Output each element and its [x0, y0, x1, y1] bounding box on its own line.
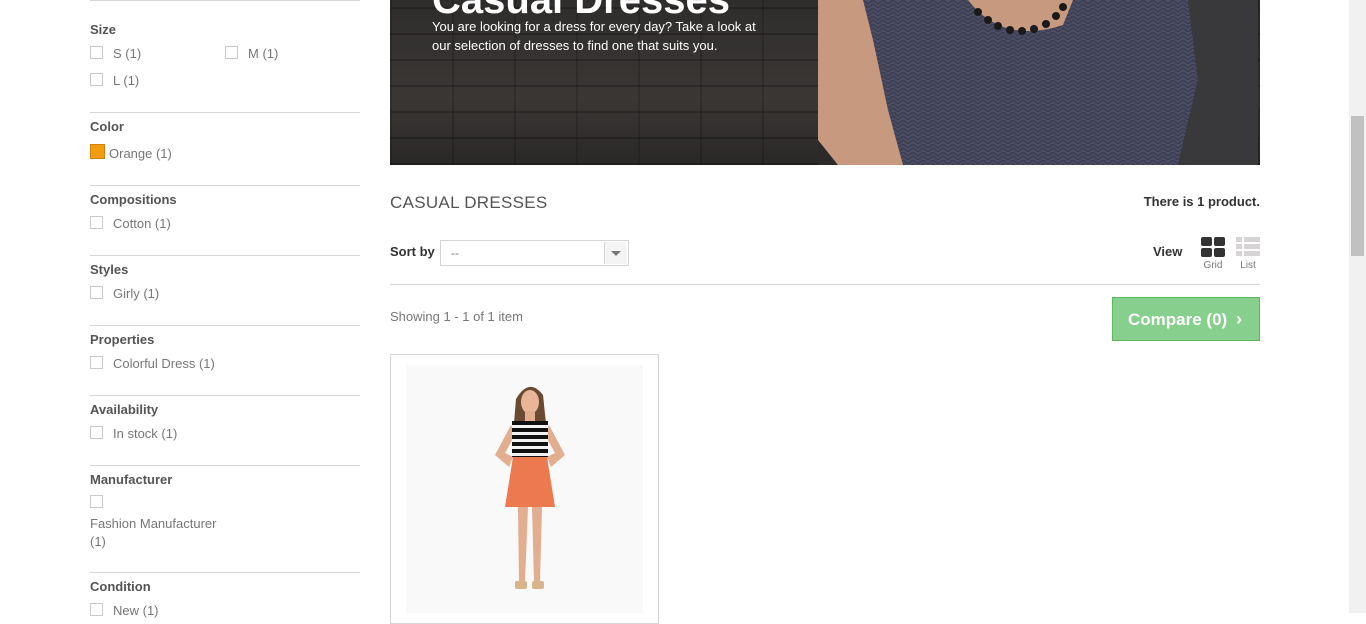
checkbox[interactable]	[225, 46, 238, 59]
checkbox[interactable]	[90, 216, 103, 229]
sort-select-value: --	[451, 246, 459, 260]
checkbox[interactable]	[90, 356, 103, 369]
sort-by-label: Sort by	[390, 244, 435, 259]
filter-title: Manufacturer	[90, 472, 173, 487]
filter-option-count: (1)	[90, 534, 106, 549]
scrollbar-thumb[interactable]	[1351, 116, 1364, 256]
sort-select[interactable]: --	[440, 240, 629, 266]
divider	[90, 395, 360, 396]
filter-title: Availability	[90, 402, 159, 417]
banner-model-image	[818, 0, 1258, 165]
divider	[90, 465, 360, 466]
compare-button[interactable]: Compare (0) ›	[1112, 297, 1260, 341]
view-grid-button[interactable]: Grid	[1200, 237, 1226, 271]
view-label: View	[1153, 244, 1183, 259]
showing-count: Showing 1 - 1 of 1 item	[390, 309, 523, 324]
grid-label: Grid	[1203, 260, 1223, 271]
grid-icon	[1201, 237, 1225, 257]
filter-title: Styles	[90, 262, 129, 277]
filter-title: Condition	[90, 579, 151, 594]
filter-title: Color	[90, 119, 124, 134]
divider	[90, 112, 360, 113]
product-card[interactable]	[390, 354, 659, 624]
checkbox[interactable]	[90, 286, 103, 299]
checkbox[interactable]	[90, 603, 103, 616]
chevron-down-icon[interactable]	[604, 242, 627, 264]
category-title: CASUAL DRESSES	[390, 193, 548, 212]
list-icon	[1236, 237, 1260, 256]
list-label: List	[1240, 260, 1256, 271]
filter-title: Compositions	[90, 192, 177, 207]
divider	[90, 185, 360, 186]
banner-description: You are looking for a dress for every da…	[432, 19, 756, 53]
divider	[90, 255, 360, 256]
checkbox[interactable]	[90, 426, 103, 439]
divider	[390, 284, 1260, 285]
compare-label: Compare (0)	[1128, 310, 1228, 329]
color-swatch[interactable]	[90, 144, 105, 159]
filter-title: Size	[90, 22, 117, 37]
product-image[interactable]	[391, 355, 658, 613]
divider	[90, 572, 360, 573]
chevron-right-icon: ›	[1236, 309, 1242, 329]
view-list-button[interactable]: List	[1235, 237, 1261, 271]
filter-option-fashion-manufacturer[interactable]: Fashion Manufacturer	[90, 516, 216, 531]
checkbox[interactable]	[90, 73, 103, 86]
filter-title: Properties	[90, 332, 155, 347]
divider	[90, 0, 360, 1]
product-count: There is 1 product.	[1143, 194, 1260, 209]
page-scrollbar[interactable]	[1349, 0, 1366, 613]
category-banner: Casual Dresses You are looking for a dre…	[390, 0, 1260, 165]
divider	[90, 325, 360, 326]
checkbox[interactable]	[90, 46, 103, 59]
checkbox[interactable]	[90, 495, 103, 508]
